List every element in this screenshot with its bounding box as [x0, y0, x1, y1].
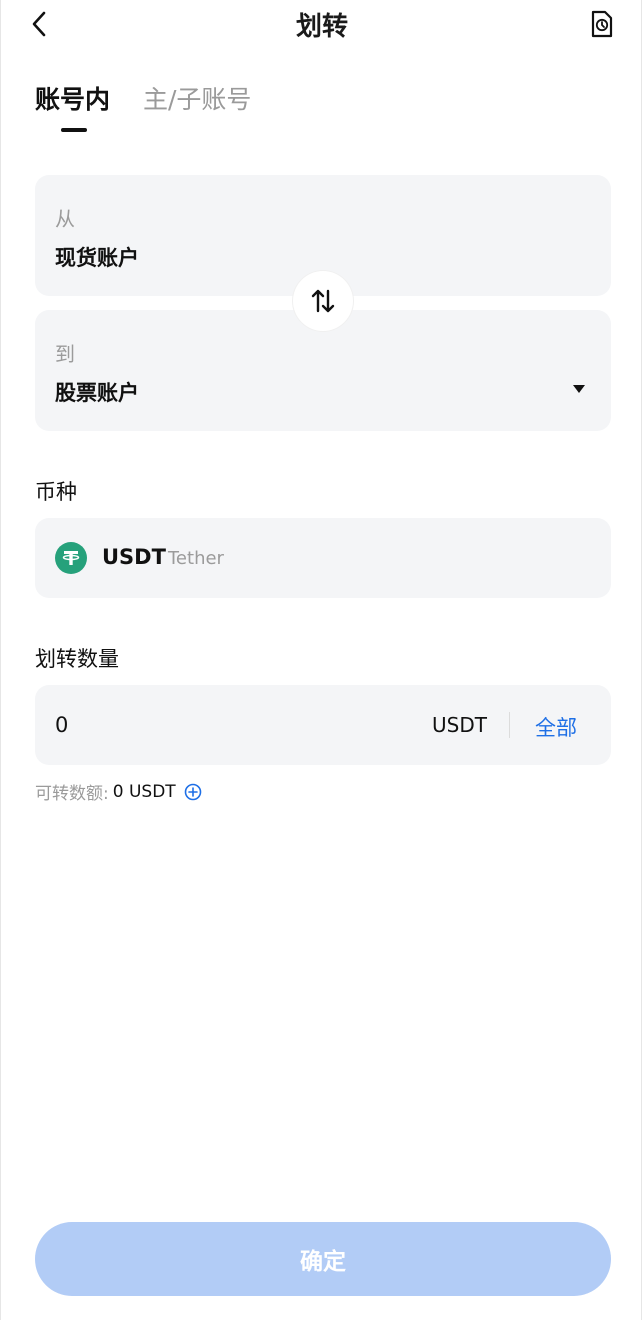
from-account-value: 现货账户: [55, 246, 139, 270]
to-account-value: 股票账户: [55, 381, 139, 405]
amount-unit: USDT: [432, 713, 487, 737]
to-label: 到: [55, 342, 75, 366]
swap-accounts-button[interactable]: [293, 271, 353, 331]
history-button[interactable]: [587, 8, 617, 40]
amount-field: USDT 全部: [35, 685, 611, 765]
caret-down-icon: [573, 385, 585, 393]
max-amount-button[interactable]: 全部: [535, 712, 577, 742]
header: 划转: [1, 0, 642, 50]
available-balance: 可转数额: 0 USDT: [35, 779, 202, 804]
tab-internal-account[interactable]: 账号内: [35, 80, 110, 116]
currency-selector[interactable]: USDT Tether: [35, 518, 611, 598]
amount-section-label: 划转数量: [35, 647, 119, 671]
confirm-button[interactable]: 确定: [35, 1222, 611, 1296]
tab-main-sub-account[interactable]: 主/子账号: [143, 80, 251, 116]
page-title: 划转: [295, 12, 348, 42]
currency-symbol: USDT: [102, 545, 166, 569]
available-label: 可转数额:: [35, 784, 109, 804]
add-funds-button[interactable]: [184, 783, 202, 801]
amount-input[interactable]: [55, 705, 415, 745]
from-label: 从: [55, 207, 75, 231]
currency-name: Tether: [168, 548, 224, 569]
swap-vertical-icon: [311, 289, 335, 313]
history-icon: [591, 10, 613, 38]
currency-section-label: 币种: [35, 480, 77, 504]
plus-circle-icon: [184, 783, 201, 800]
active-tab-indicator: [61, 128, 87, 132]
available-value: 0 USDT: [112, 781, 176, 802]
divider: [509, 712, 510, 738]
transfer-page: 划转 账号内 主/子账号 从 现货账户 到 股票账户 币种 USDT Tethe…: [0, 0, 642, 1320]
tether-icon: [55, 542, 87, 574]
